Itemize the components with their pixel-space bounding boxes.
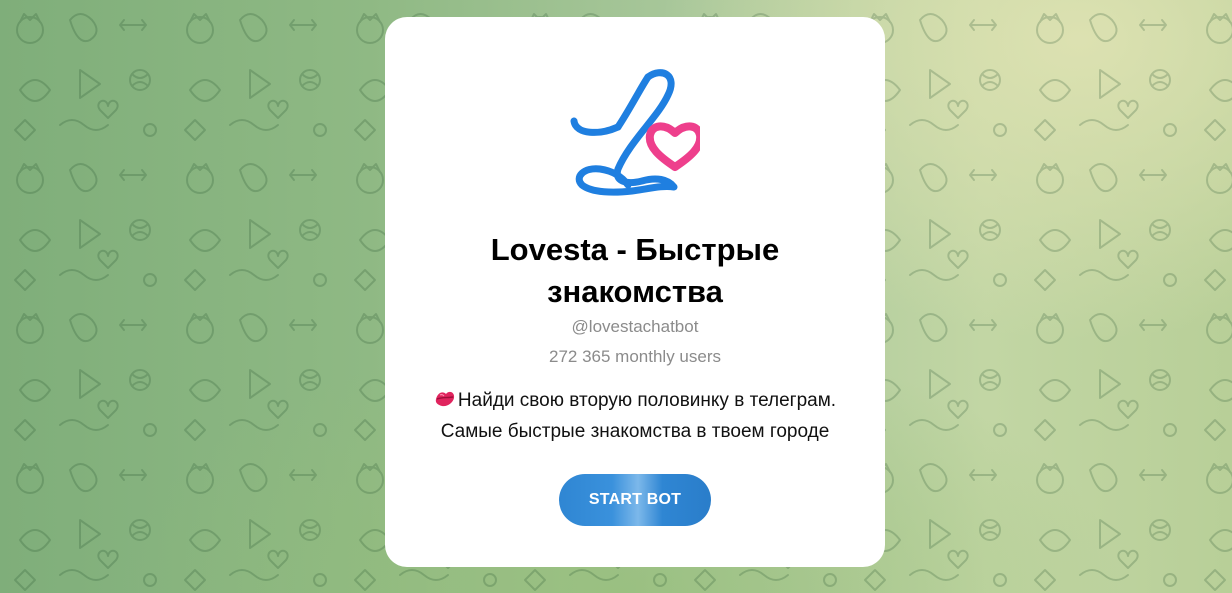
bot-description: Найди свою вторую половинку в телеграм. … bbox=[405, 385, 865, 447]
bot-title: Lovesta - Быстрые знакомства bbox=[490, 232, 780, 309]
description-text-1: Найди свою вторую половинку в телеграм. bbox=[457, 390, 837, 411]
lovesta-logo-icon bbox=[570, 69, 700, 196]
bot-username: @lovestachatbot bbox=[571, 317, 699, 336]
start-bot-button[interactable]: START BOT bbox=[559, 474, 711, 526]
bot-preview-card: Lovesta - Быстрые знакомства @lovestacha… bbox=[385, 17, 885, 567]
kiss-mark-icon bbox=[435, 391, 455, 407]
description-line-1: Найди свою вторую половинку в телеграм. bbox=[405, 385, 865, 416]
monthly-users-count: 272 365 monthly users bbox=[549, 347, 721, 366]
description-line-2: Самые быстрые знакомства в твоем городе bbox=[440, 421, 830, 442]
